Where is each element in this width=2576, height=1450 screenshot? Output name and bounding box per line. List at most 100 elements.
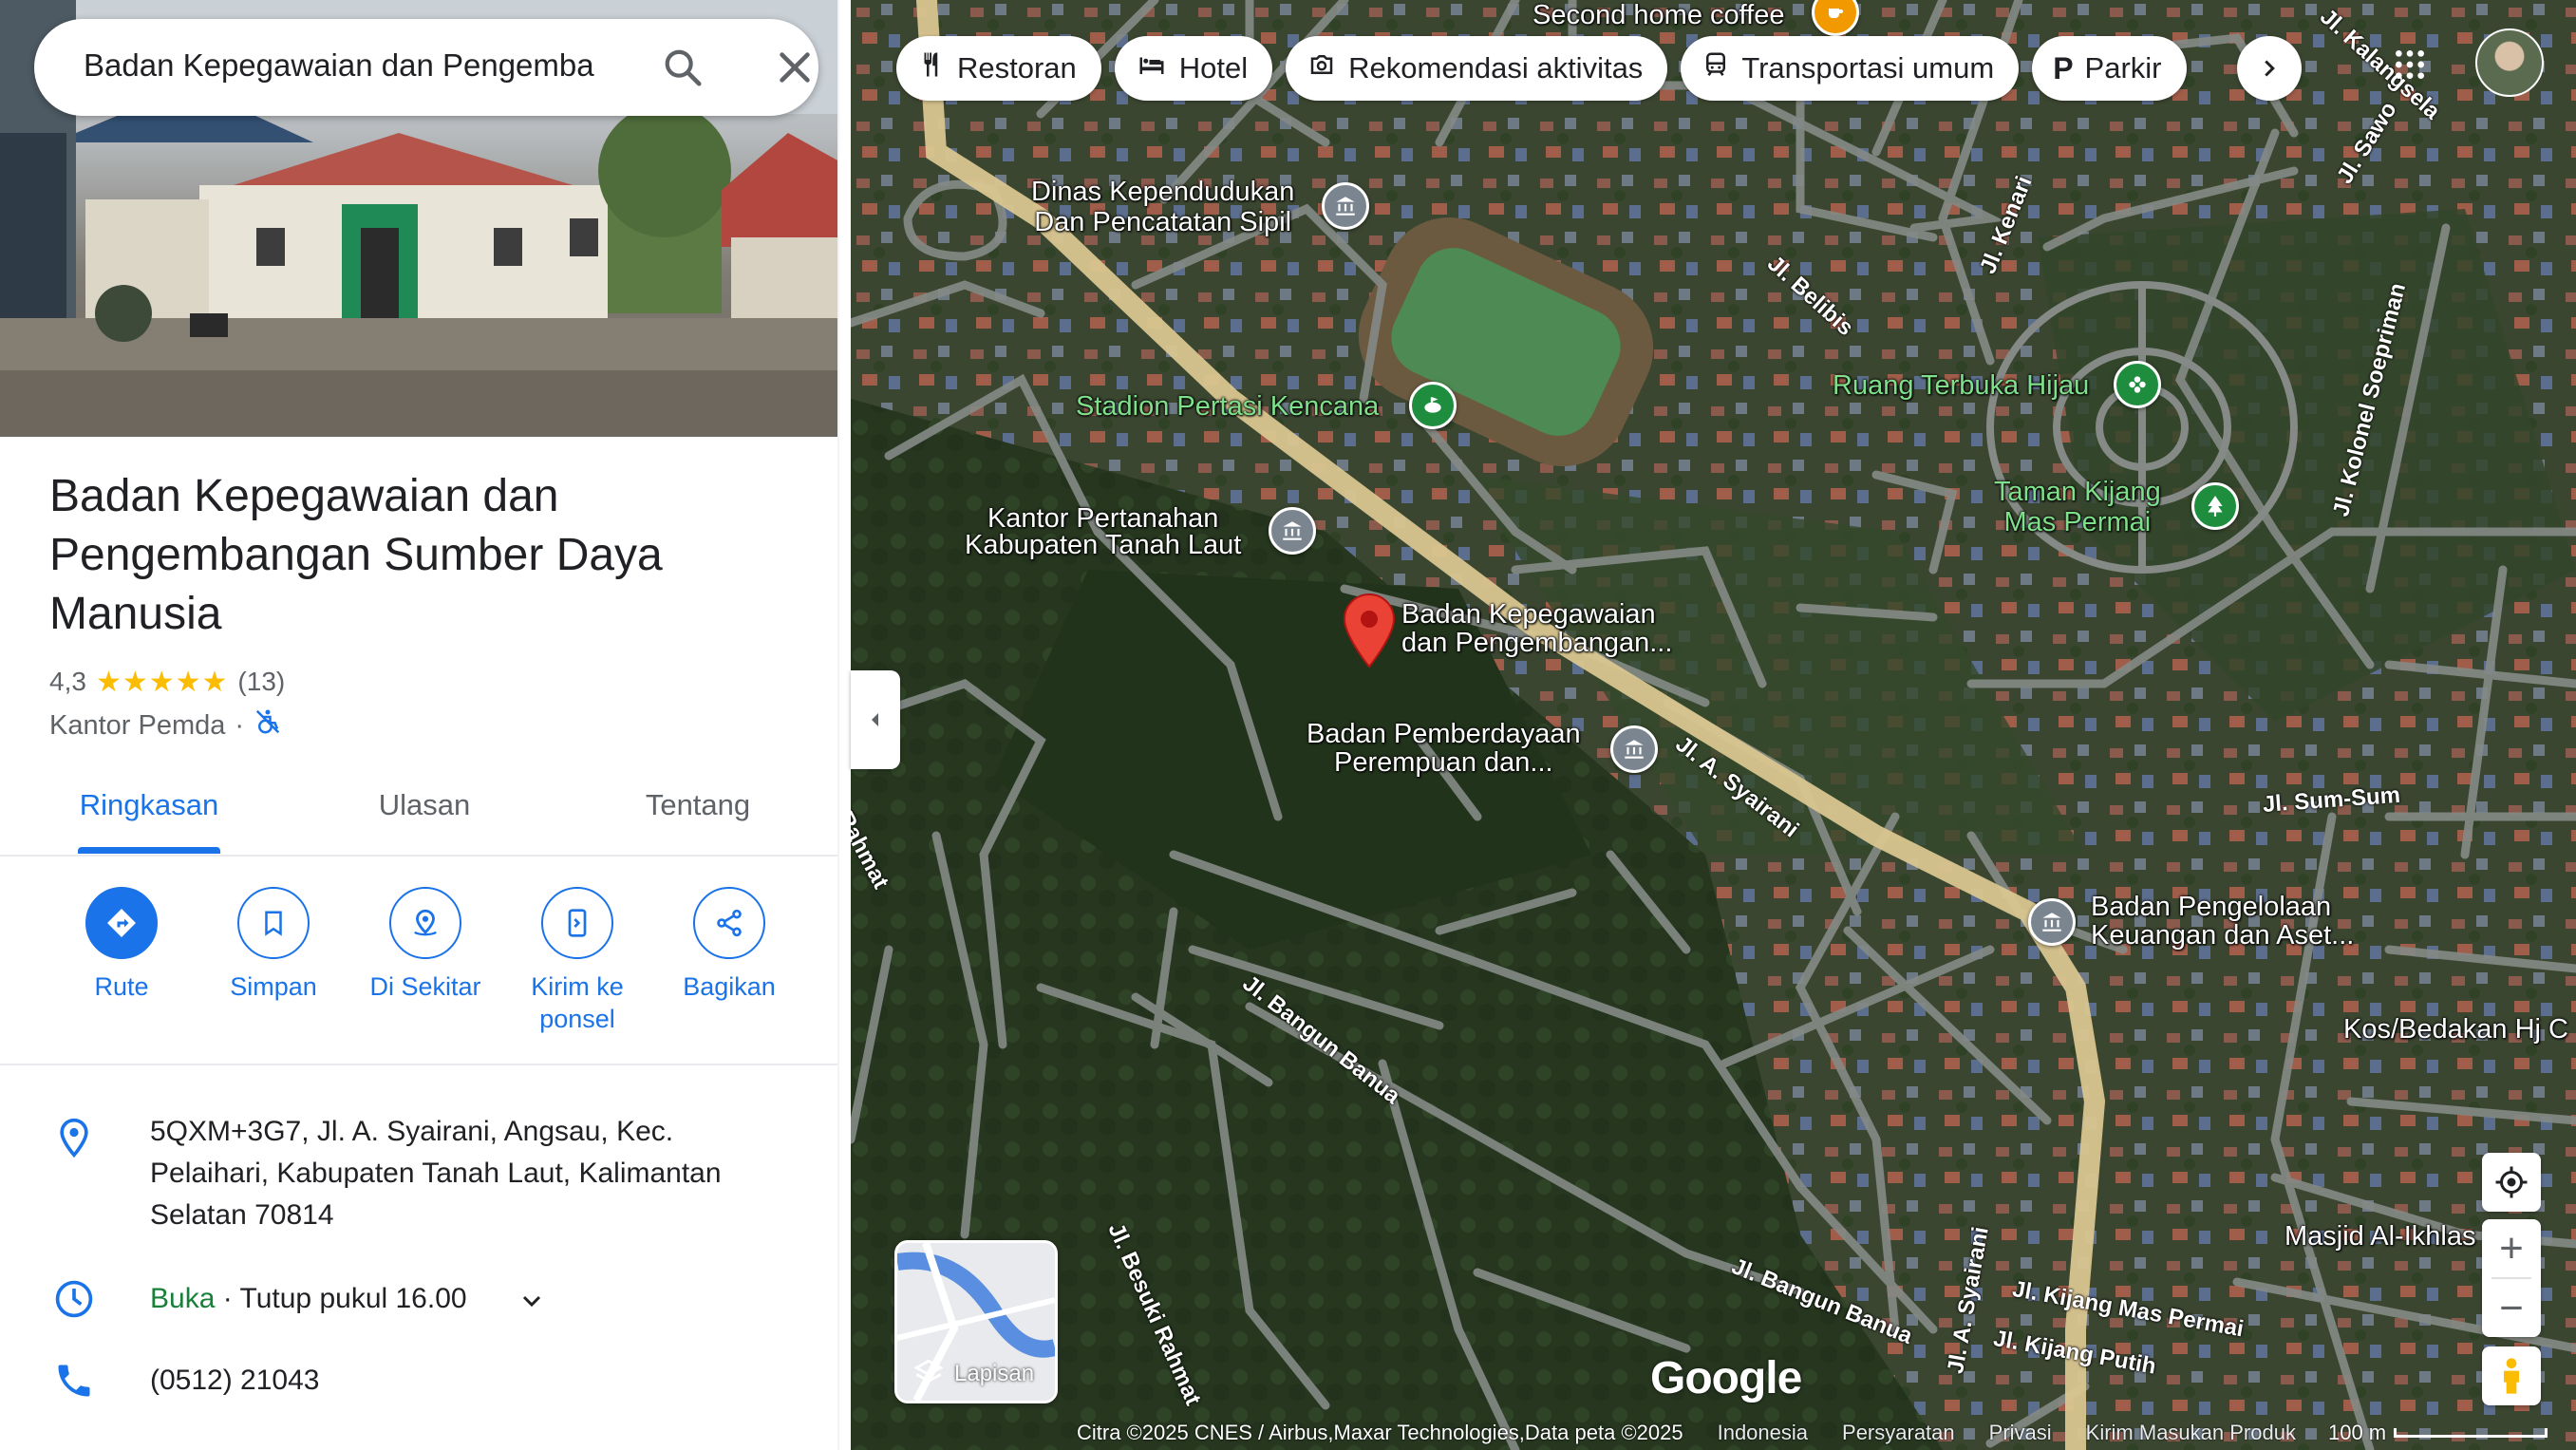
send-to-phone-label: Kirim ke ponsel xyxy=(531,972,624,1033)
phone-row[interactable]: (0512) 21043 xyxy=(0,1360,839,1407)
my-location-button[interactable] xyxy=(2482,1153,2541,1212)
chip-transit[interactable]: Transportasi umum xyxy=(1681,36,2020,101)
bookmark-icon xyxy=(237,887,310,959)
label-selected-place[interactable]: Badan Kepegawaian dan Pengembangan... xyxy=(1401,600,1672,657)
label-stadion-pertasi-kencana[interactable]: Stadion Pertasi Kencana xyxy=(1076,391,1379,422)
transit-icon xyxy=(1702,50,1730,86)
save-button[interactable]: Simpan xyxy=(197,887,349,1003)
wheelchair-not-accessible-icon xyxy=(254,707,282,744)
my-location-icon xyxy=(2495,1166,2528,1198)
send-to-phone-button[interactable]: Kirim ke ponsel xyxy=(501,887,653,1035)
hours-detail: · Tutup pukul 16.00 xyxy=(215,1283,467,1314)
label-dinas-kependudukan[interactable]: Dinas Kependudukan Dan Pencatatan Sipil xyxy=(1031,177,1294,237)
active-tab-indicator xyxy=(78,847,220,854)
directions-label: Rute xyxy=(94,972,149,1001)
label-kantor-pertanahan[interactable]: Kantor Pertanahan Kabupaten Tanah Laut xyxy=(965,505,1241,559)
chip-restaurant[interactable]: Restoran xyxy=(896,36,1101,101)
label-taman-kijang-mas-permai[interactable]: Taman Kijang Mas Permai xyxy=(1994,477,2161,537)
layers-button[interactable]: Lapisan xyxy=(894,1240,1058,1403)
google-apps-icon[interactable] xyxy=(2383,38,2436,91)
chip-transit-label: Transportasi umum xyxy=(1741,51,1995,85)
camera-icon xyxy=(1307,50,1337,86)
zoom-out-button[interactable]: − xyxy=(2482,1279,2541,1337)
place-tabs: Ringkasan Ulasan Tentang xyxy=(0,769,839,857)
search-input[interactable]: Badan Kepegawaian dan Pengemba xyxy=(84,47,634,84)
hours-row[interactable]: Buka · Tutup pukul 16.00 xyxy=(0,1278,839,1326)
government-building-icon[interactable] xyxy=(1322,182,1369,230)
nearby-icon xyxy=(389,887,461,959)
chip-activities[interactable]: Rekomendasi aktivitas xyxy=(1286,36,1668,101)
parking-icon: P xyxy=(2053,50,2074,85)
category-row: Kantor Pemda · xyxy=(49,706,282,744)
tab-tentang[interactable]: Tentang xyxy=(627,788,769,836)
share-icon xyxy=(693,887,765,959)
attribution-bar: Citra ©2025 CNES / Airbus,Maxar Technolo… xyxy=(1077,1417,2576,1449)
label-badan-pemberdayaan[interactable]: Badan Pemberdayaan Perempuan dan... xyxy=(1307,720,1581,777)
chip-activities-label: Rekomendasi aktivitas xyxy=(1348,51,1644,85)
hours-text: Buka · Tutup pukul 16.00 xyxy=(150,1278,467,1320)
country-link[interactable]: Indonesia xyxy=(1718,1421,1808,1445)
place-title: Badan Kepegawaian dan Pengembangan Sumbe… xyxy=(49,471,663,639)
street-view-button[interactable] xyxy=(2482,1346,2541,1405)
location-pin-icon xyxy=(53,1117,95,1158)
address-text: 5QXM+3G7, Jl. A. Syairani, Angsau, Kec. … xyxy=(150,1116,722,1231)
open-status: Buka xyxy=(150,1283,216,1314)
zoom-in-button[interactable]: + xyxy=(2482,1219,2541,1277)
phone-text: (0512) 21043 xyxy=(150,1365,320,1396)
share-label: Bagikan xyxy=(683,972,776,1001)
collapse-panel-button[interactable] xyxy=(851,670,900,769)
feedback-link[interactable]: Kirim Masukan Produk xyxy=(2086,1421,2296,1445)
government-building-icon[interactable] xyxy=(1610,725,1658,773)
phone-icon xyxy=(53,1360,95,1402)
address-row[interactable]: 5QXM+3G7, Jl. A. Syairani, Angsau, Kec. … xyxy=(0,1111,839,1244)
privacy-link[interactable]: Privasi xyxy=(1989,1421,2052,1445)
review-count[interactable]: (13) xyxy=(237,667,285,697)
place-category[interactable]: Kantor Pemda xyxy=(49,710,225,742)
tab-ulasan[interactable]: Ulasan xyxy=(353,788,496,836)
tab-ringkasan[interactable]: Ringkasan xyxy=(78,788,220,836)
tree-icon[interactable] xyxy=(2191,482,2239,530)
separator: · xyxy=(235,709,245,741)
action-buttons: Rute Simpan Di Sekitar Kirim ke ponsel B… xyxy=(0,857,839,1065)
label-masjid-al-ikhlas[interactable]: Masjid Al-Ikhlas xyxy=(2285,1221,2475,1252)
terms-link[interactable]: Persyaratan xyxy=(1842,1421,1955,1445)
restaurant-icon xyxy=(917,50,946,86)
imagery-credit: Citra ©2025 CNES / Airbus,Maxar Technolo… xyxy=(1077,1421,1683,1444)
nearby-button[interactable]: Di Sekitar xyxy=(349,887,501,1003)
zoom-controls: + − xyxy=(2482,1219,2541,1337)
selected-place-pin-icon[interactable] xyxy=(1341,593,1398,669)
chip-parking[interactable]: P Parkir xyxy=(2032,36,2187,101)
chevron-down-icon[interactable] xyxy=(517,1286,547,1316)
chevron-left-icon xyxy=(872,713,878,726)
place-panel: Badan Kepegawaian dan Pengemba Badan Kep… xyxy=(0,0,839,1450)
panel-scrollbar[interactable] xyxy=(837,0,839,1450)
label-ruang-terbuka-hijau[interactable]: Ruang Terbuka Hijau xyxy=(1833,370,2089,401)
avatar[interactable] xyxy=(2475,28,2544,97)
rating-stars: ★★★★★ xyxy=(95,666,229,698)
chip-hotel-label: Hotel xyxy=(1178,51,1249,85)
chip-hotel[interactable]: Hotel xyxy=(1114,36,1273,101)
directions-icon xyxy=(85,887,158,959)
nearby-label: Di Sekitar xyxy=(369,972,481,1001)
label-second-home-coffee[interactable]: Second home coffee xyxy=(1532,0,1785,30)
government-building-icon[interactable] xyxy=(1269,507,1316,555)
google-logo: Google xyxy=(1650,1353,1802,1403)
chips-next-button[interactable] xyxy=(2237,36,2302,101)
map-canvas[interactable]: Second home coffee Dinas Kependudukan Da… xyxy=(851,0,2576,1450)
chevron-right-icon xyxy=(2265,60,2275,77)
close-icon[interactable] xyxy=(773,46,817,89)
hotel-icon xyxy=(1136,50,1168,86)
category-chips: Restoran Hotel Rekomendasi aktivitas Tra… xyxy=(896,36,2187,103)
search-box[interactable]: Badan Kepegawaian dan Pengemba xyxy=(34,19,818,116)
directions-button[interactable]: Rute xyxy=(46,887,197,1003)
label-kos-bedakan[interactable]: Kos/Bedakan Hj C xyxy=(2343,1014,2568,1045)
share-button[interactable]: Bagikan xyxy=(653,887,805,1003)
park-icon[interactable] xyxy=(2114,361,2161,408)
search-icon[interactable] xyxy=(661,46,705,89)
stadium-icon[interactable] xyxy=(1409,382,1457,429)
rating-value: 4,3 xyxy=(49,667,86,696)
scale-indicator[interactable]: 100 m xyxy=(2328,1421,2548,1445)
label-badan-pengelolaan-keuangan[interactable]: Badan Pengelolaan Keuangan dan Aset... xyxy=(2091,893,2354,950)
government-building-icon[interactable] xyxy=(2028,898,2076,946)
layers-label: Lapisan xyxy=(954,1361,1035,1386)
